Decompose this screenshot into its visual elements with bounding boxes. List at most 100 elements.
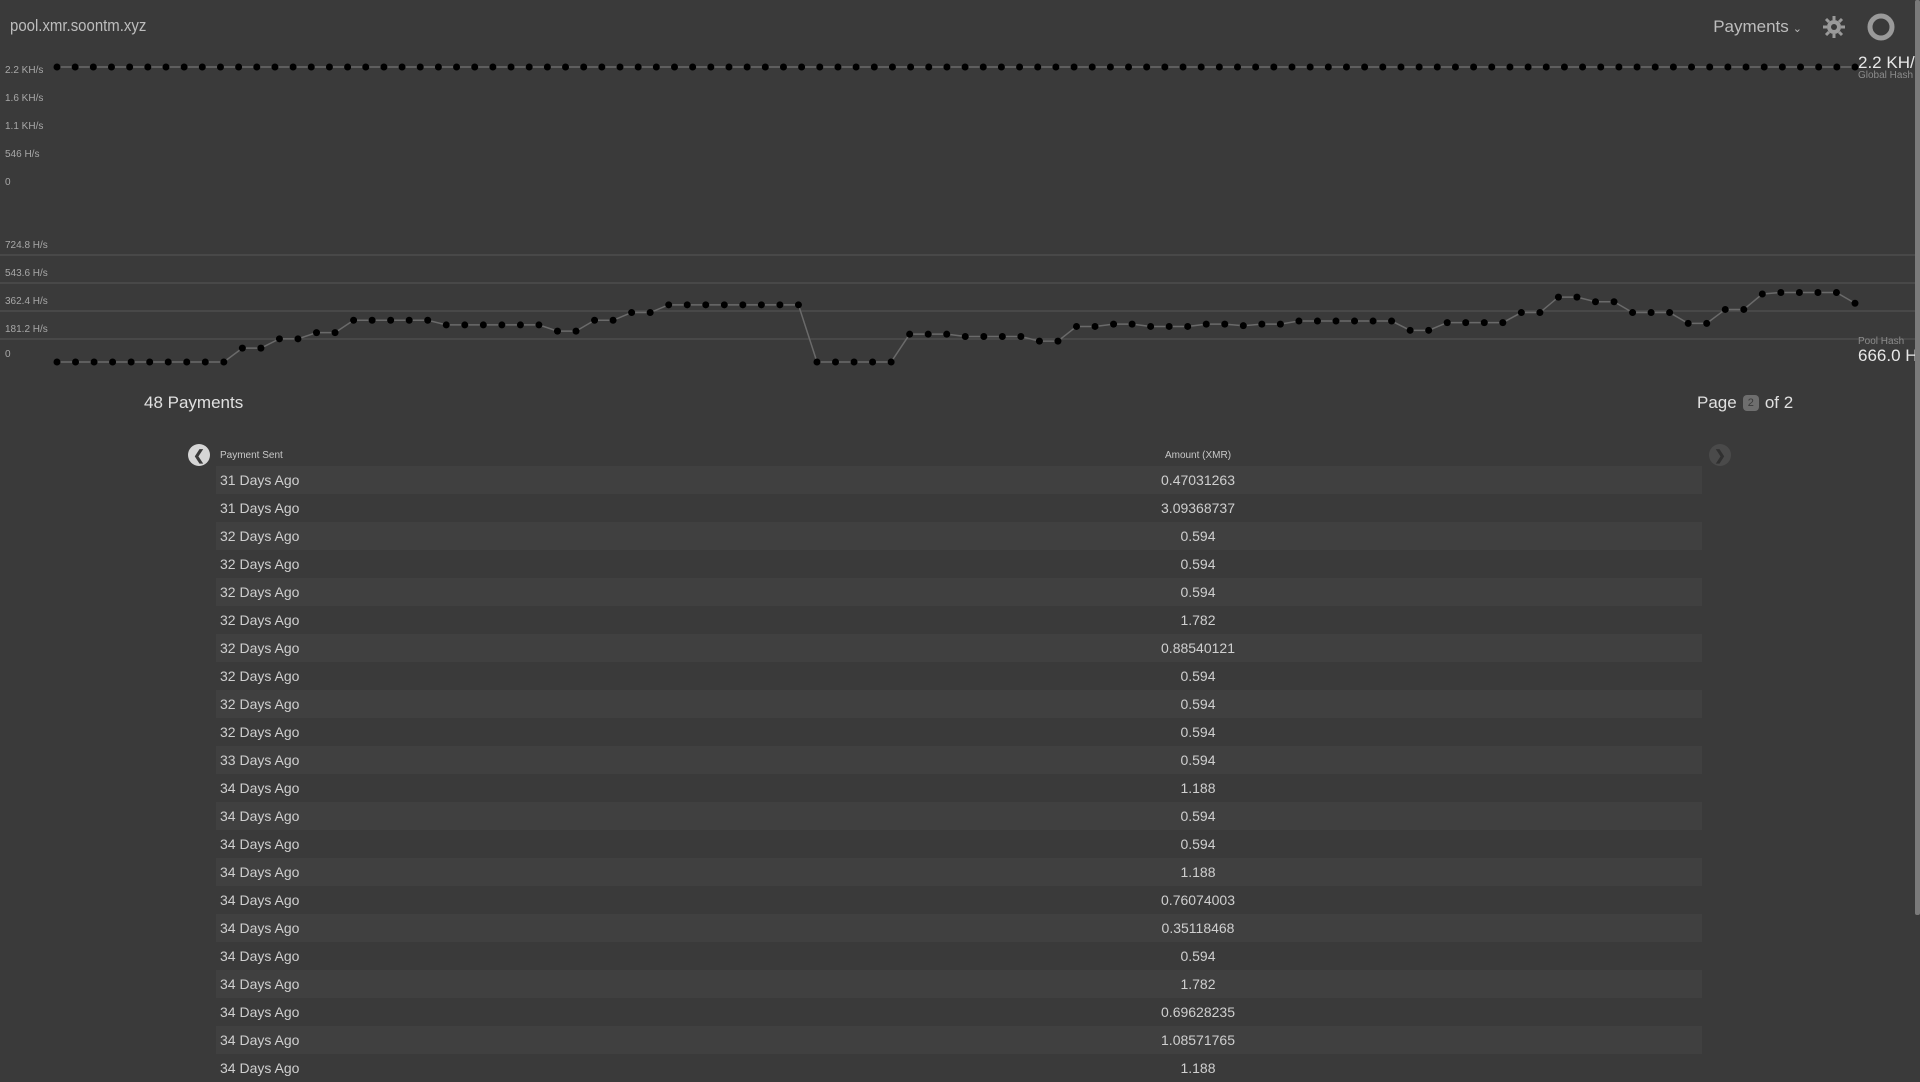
global-y-axis: 2.2 KH/s 1.6 KH/s 1.1 KH/s 546 H/s 0 xyxy=(5,65,43,188)
table-row: 32 Days Ago 0.594 xyxy=(216,578,1702,606)
amount-cell: 0.594 xyxy=(1180,668,1216,684)
pool-hash-point xyxy=(461,321,469,329)
pool-hash-point xyxy=(1202,320,1210,328)
scrollbar[interactable] xyxy=(1915,0,1920,915)
table-row: 32 Days Ago 0.88540121 xyxy=(216,634,1702,662)
global-hash-point xyxy=(1306,63,1314,71)
global-hash-point xyxy=(507,63,515,71)
global-hash-point xyxy=(852,63,860,71)
global-tick-label: 2.2 KH/s xyxy=(5,65,43,76)
amount-cell: 0.594 xyxy=(1180,724,1216,740)
pool-hash-point xyxy=(146,358,154,366)
global-hash-point xyxy=(1706,63,1714,71)
global-hash-point xyxy=(126,63,134,71)
global-hash-point xyxy=(453,63,461,71)
pool-hash-point xyxy=(1536,309,1544,317)
pool-tick-label: 0 xyxy=(5,349,11,360)
global-hash-point xyxy=(997,63,1005,71)
global-hash-point xyxy=(925,63,933,71)
global-hash-point xyxy=(89,63,97,71)
amount-cell: 1.782 xyxy=(1180,976,1216,992)
ring-icon[interactable] xyxy=(1866,12,1896,42)
table-row: 34 Days Ago 0.594 xyxy=(216,942,1702,970)
amount-cell: 0.594 xyxy=(1180,752,1216,768)
pool-hash-point xyxy=(1573,293,1581,301)
global-hash-point xyxy=(562,63,570,71)
pool-tick-label: 543.6 H/s xyxy=(5,268,48,279)
global-hash-point xyxy=(725,63,733,71)
global-hash-point xyxy=(307,63,315,71)
pager-total-label: of 2 xyxy=(1764,393,1794,412)
global-tick-label: 0 xyxy=(5,177,11,188)
global-hash-point xyxy=(1143,63,1151,71)
amount-cell: 0.594 xyxy=(1180,556,1216,572)
global-hash-point xyxy=(1488,63,1496,71)
table-row: 32 Days Ago 0.594 xyxy=(216,522,1702,550)
prev-page-button[interactable]: ❮ xyxy=(188,444,210,466)
pool-hash-point xyxy=(201,358,209,366)
current-page-box[interactable]: 2 xyxy=(1742,395,1759,411)
next-page-button[interactable]: ❯ xyxy=(1709,444,1731,466)
global-hash-point xyxy=(816,63,824,71)
pool-hash-point xyxy=(609,316,617,324)
pool-hash-point xyxy=(813,358,821,366)
amount-cell: 1.188 xyxy=(1180,864,1216,880)
global-hash-point xyxy=(888,63,896,71)
global-hash-point xyxy=(870,63,878,71)
global-hash-point xyxy=(1560,63,1568,71)
pool-hash-point xyxy=(1276,320,1284,328)
global-hash-point xyxy=(1234,63,1242,71)
pool-hash-point xyxy=(943,330,951,338)
global-hash-point xyxy=(961,63,969,71)
global-hash-point xyxy=(344,63,352,71)
global-hash-point xyxy=(362,63,370,71)
pool-hash-point xyxy=(1443,319,1451,327)
table-row: 34 Days Ago 0.76074003 xyxy=(216,886,1702,914)
global-hash-point xyxy=(1288,63,1296,71)
pool-hash-point xyxy=(1295,317,1303,325)
site-title[interactable]: pool.xmr.soontm.xyz xyxy=(10,16,146,36)
global-hash-point xyxy=(580,63,588,71)
pool-tick-label: 724.8 H/s xyxy=(5,240,48,251)
pool-hash-point xyxy=(924,330,932,338)
pool-hash-point xyxy=(1258,320,1266,328)
global-hash-point xyxy=(525,63,533,71)
global-hash-series xyxy=(53,63,1859,71)
pool-hash-point xyxy=(331,329,339,337)
pool-hash-point xyxy=(1035,337,1043,345)
pool-hash-point xyxy=(405,316,413,324)
table-row: 31 Days Ago 3.09368737 xyxy=(216,494,1702,522)
pool-hash-point xyxy=(1128,320,1136,328)
global-hash-point xyxy=(1651,63,1659,71)
global-hash-point xyxy=(598,63,606,71)
global-hash-point xyxy=(1052,63,1060,71)
pool-hash-point xyxy=(183,358,191,366)
pool-hash-point xyxy=(646,309,654,317)
pool-hash-point xyxy=(109,358,117,366)
pool-hash-point xyxy=(1110,320,1118,328)
pool-hash-point xyxy=(535,321,543,329)
table-body: 31 Days Ago 0.47031263 31 Days Ago 3.093687… xyxy=(216,466,1702,1082)
pool-hash-point xyxy=(238,344,246,352)
amount-cell: 0.594 xyxy=(1180,584,1216,600)
gear-icon[interactable] xyxy=(1822,15,1846,39)
global-hash-point xyxy=(1797,63,1805,71)
global-hash-point xyxy=(1215,63,1223,71)
pool-hash-point xyxy=(1703,319,1711,327)
global-hash-point xyxy=(1415,63,1423,71)
global-hash-point xyxy=(743,63,751,71)
global-hash-point xyxy=(1470,63,1478,71)
global-hash-point xyxy=(1615,63,1623,71)
global-hash-point xyxy=(1034,63,1042,71)
pool-hash-point xyxy=(1814,288,1822,296)
table-row: 34 Days Ago 1.188 xyxy=(216,858,1702,886)
table-row: 32 Days Ago 0.594 xyxy=(216,690,1702,718)
payments-menu[interactable]: Payments ⌄ xyxy=(1713,17,1802,37)
amount-cell: 0.69628235 xyxy=(1161,1004,1235,1020)
global-hash-point xyxy=(289,63,297,71)
global-hash-point xyxy=(398,63,406,71)
pool-tick-label: 181.2 H/s xyxy=(5,324,48,335)
amount-cell: 1.188 xyxy=(1180,780,1216,796)
pool-hash-point xyxy=(832,358,840,366)
pool-hash-point xyxy=(1072,322,1080,330)
